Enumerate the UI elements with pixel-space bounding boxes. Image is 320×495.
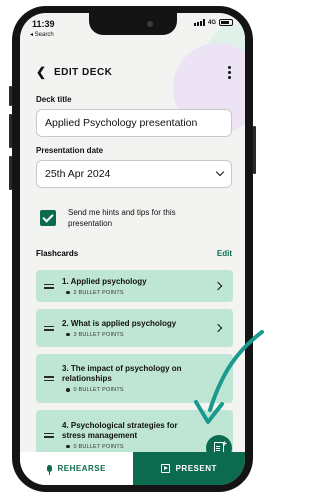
flashcards-header: Flashcards Edit (36, 249, 232, 258)
status-indicators: 4G (193, 19, 233, 26)
presentation-date-select[interactable]: 25th Apr 2024 (36, 160, 232, 188)
screenshot-stage: 11:39 ◂ Search 4G ❮ EDIT DECK Deck title… (0, 0, 265, 495)
flashcard-item[interactable]: 2. What is applied psychology 3 BULLET P… (36, 309, 233, 347)
present-label: PRESENT (175, 464, 217, 473)
back-arrow-icon[interactable]: ❮ (36, 65, 50, 79)
drag-handle-icon[interactable] (44, 432, 54, 438)
flashcard-title: 1. Applied psychology (62, 276, 147, 286)
presentation-date-label: Presentation date (36, 146, 104, 155)
plus-icon: + (222, 439, 227, 448)
bottom-action-bar: REHEARSE PRESENT (20, 452, 245, 485)
page-title: EDIT DECK (54, 66, 113, 78)
deck-title-input[interactable]: Applied Psychology presentation (36, 109, 232, 137)
app-screen: 11:39 ◂ Search 4G ❮ EDIT DECK Deck title… (20, 13, 245, 485)
flashcards-label: Flashcards (36, 249, 79, 258)
chevron-down-icon (215, 167, 225, 177)
more-options-icon[interactable] (225, 65, 233, 79)
bullet-dot-icon (66, 290, 70, 295)
flashcard-bullet-count: 0 BULLET POINTS (73, 387, 124, 393)
rehearse-label: REHEARSE (57, 464, 106, 473)
status-time: 11:39 (32, 19, 55, 29)
microphone-icon (46, 465, 52, 475)
present-button[interactable]: PRESENT (132, 452, 245, 485)
status-back-to-search[interactable]: ◂ Search (30, 31, 54, 38)
power-button (253, 126, 256, 174)
bullet-dot-icon (66, 332, 70, 337)
presentation-date-value: 25th Apr 2024 (45, 168, 111, 180)
drag-handle-icon[interactable] (44, 325, 54, 331)
signal-icon (193, 19, 205, 26)
drag-handle-icon[interactable] (44, 283, 54, 289)
hints-checkbox-row[interactable]: Send me hints and tips for this presenta… (40, 207, 231, 229)
hints-checkbox[interactable] (40, 210, 56, 226)
bullet-dot-icon (66, 444, 70, 449)
drag-handle-icon[interactable] (44, 376, 54, 381)
flashcard-item[interactable]: 1. Applied psychology 2 BULLET POINTS (36, 270, 233, 302)
flashcard-bullet-count: 0 BULLET POINTS (73, 443, 124, 450)
flashcard-bullet-count: 2 BULLET POINTS (73, 289, 124, 296)
battery-icon (219, 19, 233, 26)
phone-notch (88, 13, 177, 35)
deck-title-value: Applied Psychology presentation (45, 117, 198, 129)
flashcard-item[interactable]: 3. The impact of psychology on relations… (36, 354, 233, 403)
flashcards-edit-link[interactable]: Edit (217, 249, 232, 258)
deck-title-label: Deck title (36, 95, 72, 104)
flashcard-title: 4. Psychological strategies for stress m… (62, 420, 178, 440)
bullet-dot-icon (66, 388, 70, 392)
network-label: 4G (207, 19, 216, 26)
rehearse-button[interactable]: REHEARSE (20, 452, 133, 485)
hints-checkbox-label: Send me hints and tips for this presenta… (68, 208, 176, 228)
camera-icon (146, 21, 153, 27)
present-icon (160, 464, 170, 473)
chevron-right-icon (213, 323, 223, 333)
header-bar: ❮ EDIT DECK (36, 62, 233, 82)
flashcard-title: 2. What is applied psychology (62, 318, 177, 328)
chevron-right-icon (213, 281, 223, 291)
flashcard-title: 3. The impact of psychology on relations… (62, 364, 182, 383)
flashcard-bullet-count: 3 BULLET POINTS (73, 331, 124, 338)
